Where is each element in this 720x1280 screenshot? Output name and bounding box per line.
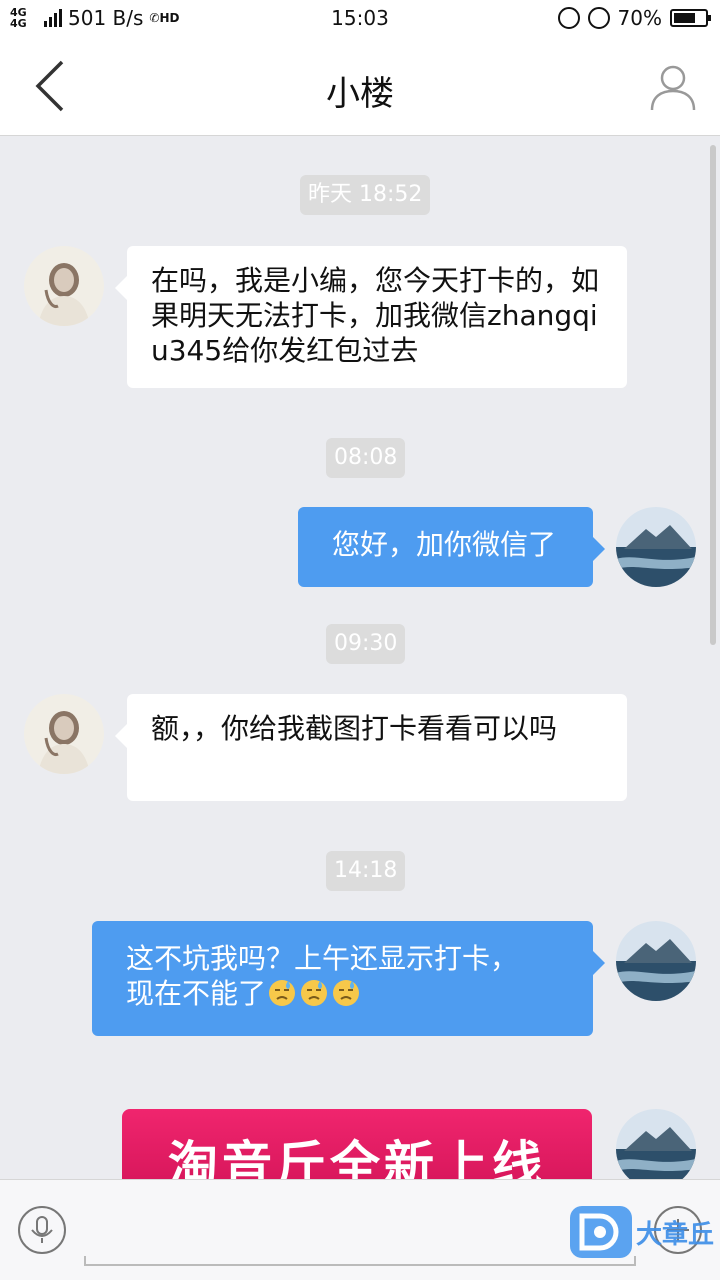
timestamp: 09:30 bbox=[326, 624, 406, 664]
incoming-message[interactable]: 额，，你给我截图打卡看看可以吗 bbox=[115, 694, 627, 801]
chat-area[interactable]: 昨天 18:52 在吗，我是小编，您今天打卡的，如果明天无法打卡，加我微信zha… bbox=[0, 137, 720, 1179]
input-bar: 大章丘 bbox=[0, 1179, 720, 1280]
sweat-face-icon bbox=[269, 980, 296, 1006]
timestamp: 08:08 bbox=[326, 438, 406, 478]
battery-percent: 70% bbox=[617, 6, 662, 30]
contact-avatar[interactable] bbox=[24, 694, 104, 774]
user-avatar[interactable] bbox=[616, 1109, 696, 1179]
page-title: 小楼 bbox=[326, 74, 394, 114]
message-line: 这不坑我吗？上午还显示打卡， bbox=[126, 942, 519, 975]
message-input[interactable] bbox=[84, 1256, 636, 1266]
alarm-icon bbox=[587, 7, 610, 29]
message-line: 现在不能了 bbox=[126, 976, 559, 1011]
outgoing-message[interactable]: 您好，加你微信了 bbox=[298, 507, 605, 587]
rotation-lock-icon bbox=[557, 7, 580, 29]
outgoing-message[interactable]: 这不坑我吗？上午还显示打卡， 现在不能了 bbox=[92, 921, 605, 1036]
user-avatar[interactable] bbox=[616, 507, 696, 587]
watermark: 大章丘 bbox=[569, 1204, 714, 1260]
sweat-face-icon bbox=[301, 980, 328, 1006]
user-avatar[interactable] bbox=[616, 921, 696, 1001]
profile-button[interactable] bbox=[648, 62, 698, 112]
contact-avatar[interactable] bbox=[24, 246, 104, 326]
promo-text: 淘音斤全新上线 bbox=[168, 1136, 546, 1179]
status-bar: 4G 4G 501 B/s ✆HD 15:03 70% bbox=[0, 0, 720, 36]
watermark-text: 大章丘 bbox=[635, 1219, 714, 1250]
voice-button[interactable] bbox=[18, 1206, 66, 1254]
watermark-logo-icon bbox=[569, 1206, 632, 1258]
scrollbar[interactable] bbox=[710, 145, 716, 645]
microphone-icon bbox=[31, 1216, 53, 1243]
status-right: 70% bbox=[557, 6, 711, 30]
battery-fill bbox=[674, 13, 695, 23]
promo-image-message[interactable]: 淘音斤全新上线 bbox=[122, 1109, 592, 1179]
nav-bar: 小楼 bbox=[0, 36, 720, 136]
incoming-message[interactable]: 在吗，我是小编，您今天打卡的，如果明天无法打卡，加我微信zhangqiu345给… bbox=[115, 246, 627, 388]
battery-icon bbox=[670, 9, 711, 27]
timestamp: 昨天 18:52 bbox=[300, 175, 431, 215]
timestamp: 14:18 bbox=[326, 851, 406, 891]
person-icon bbox=[650, 65, 696, 111]
sweat-face-icon bbox=[333, 980, 360, 1006]
